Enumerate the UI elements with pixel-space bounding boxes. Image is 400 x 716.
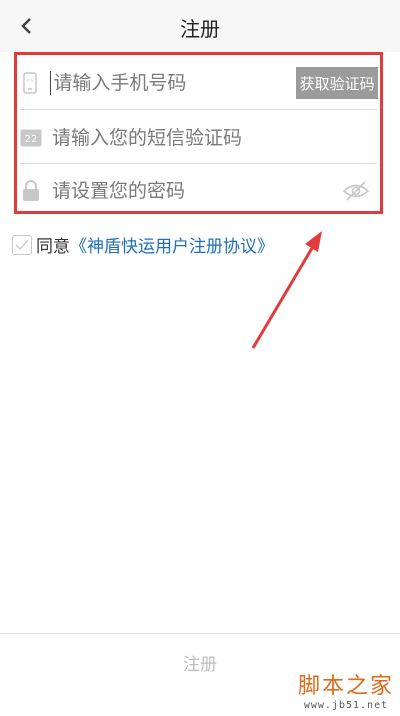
watermark: 脚本之家 www.jb51.net [298, 668, 394, 711]
page-title: 注册 [180, 17, 220, 41]
toggle-password-visibility[interactable] [340, 178, 372, 204]
lock-icon [20, 180, 42, 202]
sms-badge-number: 22 [25, 134, 38, 145]
agreement-prefix: 同意 [36, 237, 70, 257]
phone-icon [20, 72, 40, 94]
agreement-row: 同意 《神盾快运用户注册协议》 [12, 232, 274, 257]
header-bar: 注册 [0, 0, 400, 52]
divider [20, 163, 377, 164]
eye-off-icon [342, 181, 370, 201]
get-code-button[interactable]: 获取验证码 [296, 67, 378, 99]
password-input[interactable] [52, 180, 340, 202]
agree-checkbox[interactable] [12, 234, 32, 255]
registration-form: 获取验证码 22 [14, 52, 383, 214]
password-row [17, 165, 380, 217]
phone-row: 获取验证码 [17, 57, 380, 109]
watermark-logo: 脚本之家 [297, 674, 394, 699]
watermark-url: www.jb51.net [303, 700, 389, 711]
sms-badge-icon: 22 [20, 127, 42, 149]
phone-input[interactable] [53, 72, 297, 94]
text-caret [50, 71, 52, 95]
sms-code-row: 22 [17, 112, 380, 164]
check-icon [15, 238, 29, 250]
agreement-link[interactable]: 《神盾快运用户注册协议》 [70, 232, 274, 257]
divider [20, 109, 377, 110]
sms-code-input[interactable] [52, 127, 380, 149]
